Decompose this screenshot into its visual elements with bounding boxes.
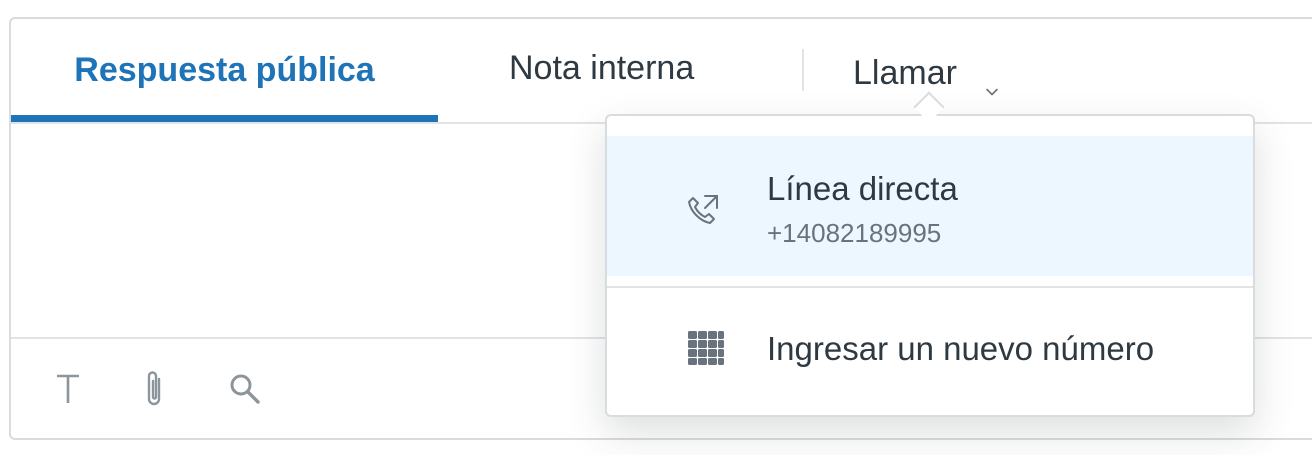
attach-button[interactable] [134, 369, 174, 413]
call-menu: Línea directa +14082189995 Ingresar un n… [605, 114, 1255, 417]
keypad-icon [687, 330, 725, 366]
new-number-label: Ingresar un nuevo número [767, 330, 1155, 367]
tab-public-reply[interactable]: Respuesta pública [11, 19, 438, 122]
tab-divider [802, 49, 804, 91]
direct-line-label: Línea directa [767, 170, 958, 207]
search-button[interactable] [225, 369, 265, 413]
composer-tabs: Respuesta pública Nota interna Llamar [11, 19, 1312, 124]
chevron-down-icon [985, 69, 999, 96]
tab-call-label: Llamar [853, 53, 957, 92]
phone-icon [685, 192, 721, 228]
tab-internal-note[interactable]: Nota interna [471, 19, 751, 122]
menu-item-new-number[interactable]: Ingresar un nuevo número [607, 290, 1253, 400]
menu-divider [607, 286, 1253, 288]
text-format-icon [55, 373, 81, 410]
search-icon [228, 372, 262, 411]
tab-internal-note-label: Nota interna [509, 49, 695, 87]
direct-line-number: +14082189995 [767, 218, 942, 248]
text-format-button[interactable] [48, 369, 88, 413]
paperclip-icon [142, 369, 166, 414]
menu-item-direct-line[interactable]: Línea directa +14082189995 [607, 136, 1253, 276]
tab-public-reply-label: Respuesta pública [74, 51, 375, 89]
